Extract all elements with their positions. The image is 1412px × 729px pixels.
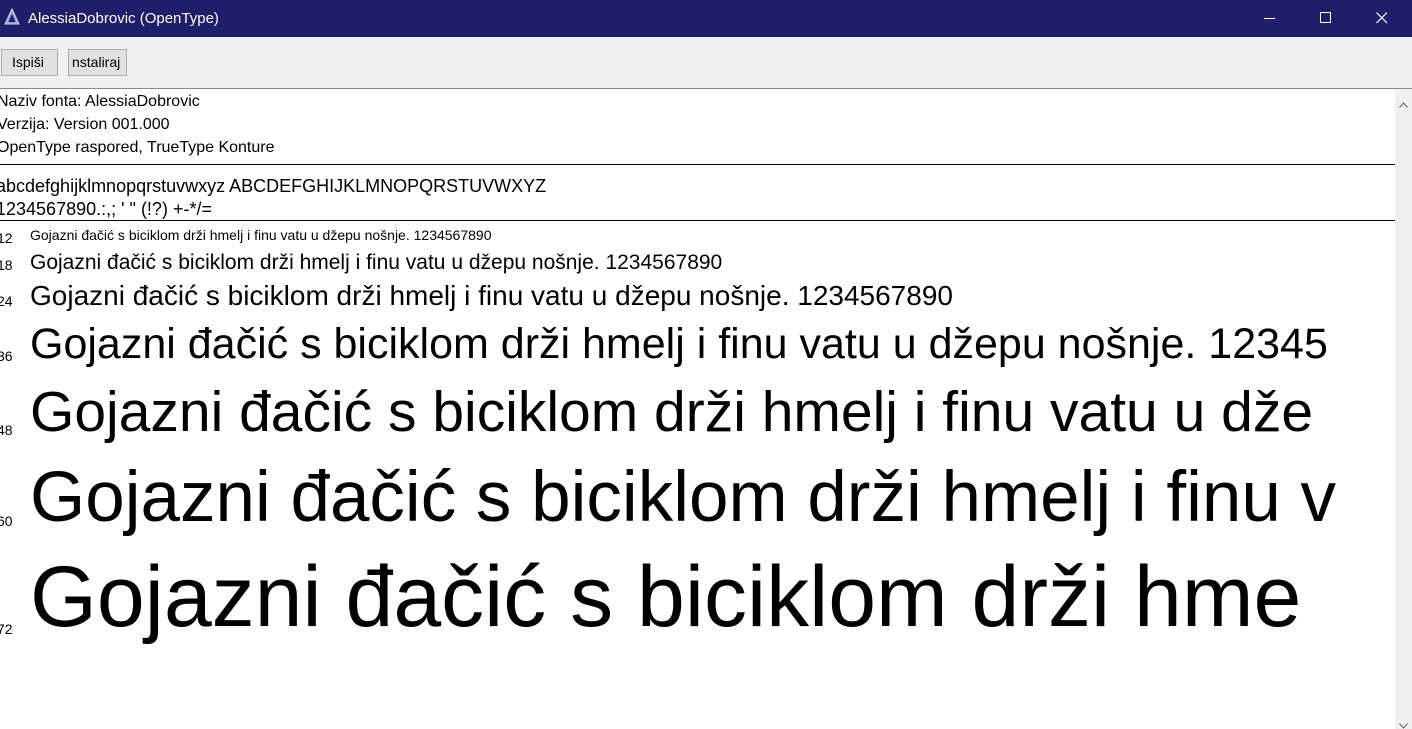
minimize-icon: [1264, 18, 1275, 19]
charset-letters: abcdefghijklmnopqrstuvwxyz ABCDEFGHIJKLM…: [0, 176, 547, 196]
size-label-24: 24: [0, 293, 13, 309]
size-label-18: 18: [0, 257, 13, 273]
print-button[interactable]: Ispiši: [1, 49, 58, 76]
font-name-text: Naziv fonta: AlessiaDobrovic: [0, 93, 200, 110]
maximize-icon: [1320, 12, 1331, 23]
size-label-12: 12: [0, 230, 13, 246]
divider: [0, 220, 1395, 221]
size-label-60: 60: [0, 513, 13, 529]
sample-text-36: Gojazni đačić s biciklom drži hmelj i fi…: [30, 320, 1328, 368]
toolbar: Ispiši nstaliraj: [0, 37, 1412, 89]
font-preview-area: Naziv fonta: AlessiaDobrovic Verzija: Ve…: [0, 89, 1395, 729]
title-bar: AlessiaDobrovic (OpenType): [0, 0, 1412, 37]
font-type-text: OpenType raspored, TrueType Konture: [0, 139, 275, 156]
vertical-scrollbar[interactable]: [1395, 89, 1412, 729]
font-app-icon: [3, 7, 21, 26]
size-label-48: 48: [0, 422, 13, 438]
close-icon: [1376, 12, 1388, 24]
divider: [0, 164, 1395, 165]
size-label-36: 36: [0, 348, 13, 364]
close-button[interactable]: [1354, 0, 1410, 37]
sample-text-72: Gojazni đačić s biciklom drži hme: [30, 549, 1302, 645]
sample-text-60: Gojazni đačić s biciklom drži hmelj i fi…: [30, 458, 1337, 537]
font-version-text: Verzija: Version 001.000: [0, 116, 170, 133]
font-viewer-window: AlessiaDobrovic (OpenType) Ispiši nstali…: [0, 0, 1412, 729]
sample-text-12: Gojazni đačić s biciklom drži hmelj i fi…: [30, 227, 492, 243]
install-button[interactable]: nstaliraj: [68, 49, 127, 76]
window-title: AlessiaDobrovic (OpenType): [28, 10, 219, 27]
charset-digits: 1234567890.:,; ' " (!?) +-*/=: [0, 199, 212, 219]
sample-text-24: Gojazni đačić s biciklom drži hmelj i fi…: [30, 280, 953, 311]
size-label-72: 72: [0, 621, 13, 637]
scroll-down-icon[interactable]: [1399, 716, 1408, 729]
minimize-button[interactable]: [1242, 0, 1298, 37]
sample-text-48: Gojazni đačić s biciklom drži hmelj i fi…: [30, 380, 1314, 444]
scroll-up-icon[interactable]: [1399, 95, 1408, 113]
sample-text-18: Gojazni đačić s biciklom drži hmelj i fi…: [30, 251, 723, 274]
maximize-button[interactable]: [1298, 0, 1354, 37]
